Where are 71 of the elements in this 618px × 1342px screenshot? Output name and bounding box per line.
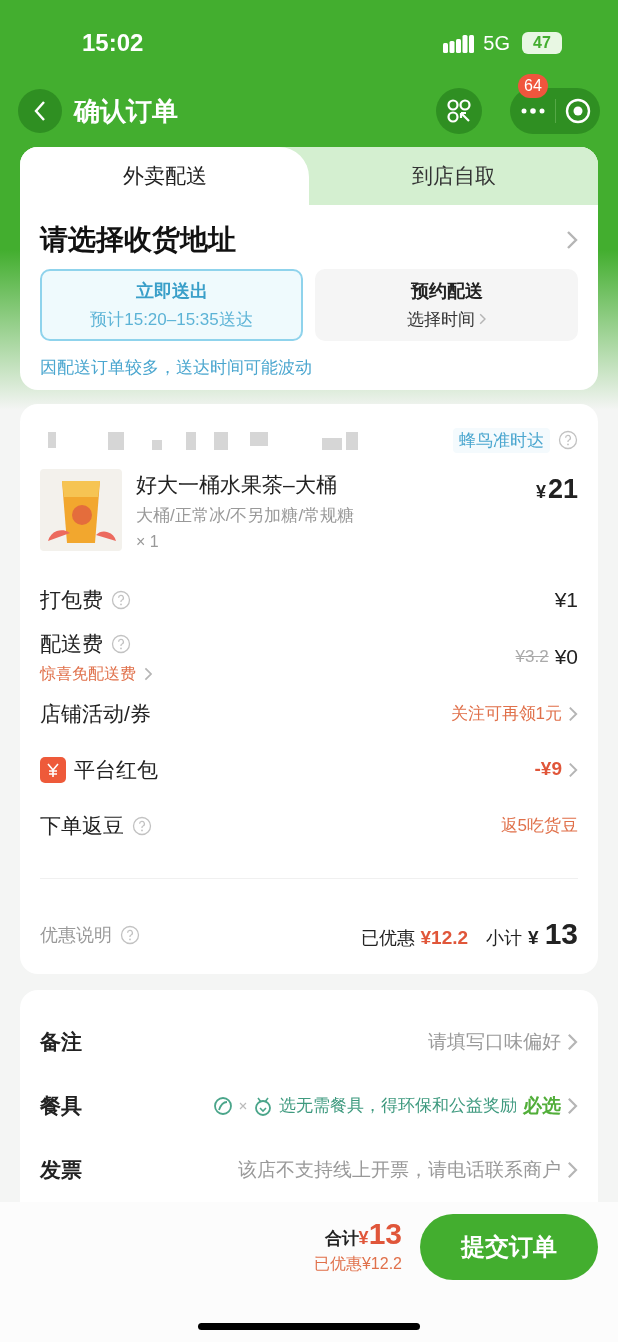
- discount-info-label: 优惠说明: [40, 923, 112, 947]
- subtotal-amount: 13: [544, 918, 578, 949]
- help-icon[interactable]: [120, 925, 140, 946]
- more-icon: [520, 108, 545, 115]
- battery-icon: 47: [522, 31, 562, 54]
- page-title: 确认订单: [74, 94, 178, 128]
- target-icon: [565, 98, 591, 125]
- back-button[interactable]: [18, 89, 62, 134]
- chevron-right-icon: [566, 229, 578, 250]
- fee-value: ¥1: [554, 587, 578, 614]
- delivery-service-tag: 蜂鸟准时达: [453, 427, 550, 453]
- chevron-right-icon: [567, 1161, 578, 1179]
- chevron-right-icon: [478, 313, 487, 326]
- times-icon: [239, 1102, 248, 1110]
- fee-label: 平台红包: [74, 756, 158, 783]
- yen-coupon-icon: [40, 756, 66, 783]
- extras-label: 餐具: [40, 1093, 82, 1120]
- fee-label: 打包费: [40, 587, 103, 614]
- cutlery-hint: 选无需餐具，得环保和公益奖励: [279, 1095, 518, 1118]
- fee-label: 店铺活动/券: [40, 700, 151, 727]
- fee-value: 关注可再领1元: [450, 702, 562, 725]
- total-amount: 13: [368, 1218, 402, 1249]
- back-icon: [34, 100, 46, 123]
- chevron-right-icon: [144, 666, 153, 681]
- remark-placeholder: 请填写口味偏好: [428, 1029, 562, 1054]
- extras-label: 备注: [40, 1029, 82, 1056]
- item-price: 21: [547, 473, 578, 506]
- fee-label: 下单返豆: [40, 812, 124, 839]
- status-time: 15:02: [82, 27, 144, 58]
- extras-row[interactable]: 备注 请填写口味偏好: [40, 1010, 578, 1074]
- help-icon[interactable]: [558, 430, 578, 451]
- footer-saved: 已优惠¥12.2: [313, 1253, 402, 1274]
- delivery-notice: 因配送订单较多，送达时间可能波动: [40, 356, 313, 379]
- currency-symbol: ¥: [528, 925, 539, 950]
- subtotal-label: 小计: [486, 926, 523, 950]
- original-price: ¥3.2: [515, 646, 549, 668]
- signal-icon: [443, 32, 476, 53]
- item-specs: 大桶/正常冰/不另加糖/常规糖: [136, 504, 356, 527]
- item-name: 好大一桶水果茶–大桶: [136, 472, 338, 498]
- fee-value: ¥0: [554, 644, 578, 670]
- help-icon[interactable]: [132, 815, 152, 836]
- fee-label: 配送费: [40, 631, 103, 657]
- chevron-right-icon[interactable]: [568, 761, 578, 778]
- saved-label: 已优惠: [360, 926, 415, 950]
- chevron-right-icon: [567, 1097, 578, 1115]
- item-quantity: × 1: [136, 532, 160, 552]
- fee-value: -¥9: [534, 757, 562, 782]
- scan-icon: [446, 98, 472, 125]
- address-row[interactable]: 请选择收货地址: [40, 218, 578, 261]
- chevron-right-icon: [567, 1033, 578, 1051]
- leaf-icon: [213, 1096, 234, 1116]
- network-label: 5G: [483, 30, 510, 56]
- scan-button[interactable]: [436, 88, 482, 135]
- extras-row[interactable]: 餐具 选无需餐具，得环保和公益奖励 必选: [40, 1074, 578, 1138]
- delivery-tab[interactable]: 外卖配送: [20, 146, 309, 205]
- help-icon[interactable]: [111, 590, 131, 610]
- currency-symbol: ¥: [358, 1227, 369, 1250]
- invoice-hint: 该店不支持线上开票，请电话联系商户: [238, 1157, 562, 1182]
- total-label: 合计: [324, 1227, 359, 1250]
- extras-row[interactable]: 发票 该店不支持线上开票，请电话联系商户: [40, 1138, 578, 1202]
- notification-badge: 64: [518, 74, 548, 99]
- extras-label: 发票: [40, 1157, 82, 1184]
- required-tag: 必选: [523, 1091, 562, 1121]
- fee-value: 返5吃货豆: [500, 814, 578, 837]
- chevron-right-icon[interactable]: [568, 705, 578, 722]
- address-prompt: 请选择收货地址: [40, 222, 236, 257]
- help-icon[interactable]: [111, 633, 131, 654]
- delivery-option[interactable]: 预约配送 选择时间: [315, 268, 578, 341]
- sprout-icon: [253, 1096, 274, 1116]
- currency-symbol: ¥: [535, 481, 546, 504]
- saved-amount: ¥12.2: [420, 925, 469, 950]
